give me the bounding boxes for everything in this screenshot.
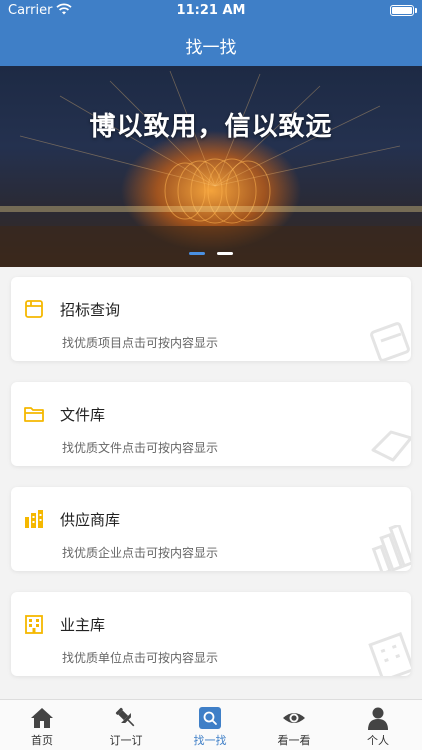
- person-icon: [368, 707, 388, 730]
- card-title: 文件库: [60, 406, 106, 424]
- pin-icon: [115, 707, 135, 727]
- card-subtitle: 找优质企业点击可按内容显示: [62, 546, 219, 560]
- home-icon: [31, 708, 53, 728]
- carousel-dot-2[interactable]: [216, 252, 233, 255]
- card-owner-library[interactable]: 业主库 找优质单位点击可按内容显示: [11, 592, 411, 676]
- card-file-library[interactable]: 文件库 找优质文件点击可按内容显示: [11, 382, 411, 466]
- tender-watermark-icon: [370, 322, 410, 361]
- search-icon: [199, 707, 221, 729]
- buildings-icon: [25, 510, 43, 528]
- tab-home[interactable]: 首页: [0, 700, 84, 750]
- tender-icon: [25, 300, 43, 318]
- card-supplier-library[interactable]: 供应商库 找优质企业点击可按内容显示: [11, 487, 411, 571]
- office-building-icon: [25, 615, 43, 634]
- tab-label: 首页: [31, 734, 53, 747]
- tab-label: 看一看: [277, 734, 311, 747]
- eye-icon: [283, 713, 305, 723]
- buildings-watermark-icon: [371, 525, 411, 571]
- card-title: 招标查询: [60, 301, 121, 319]
- tab-subscribe[interactable]: 订一订: [84, 700, 168, 750]
- card-subtitle: 找优质单位点击可按内容显示: [62, 651, 219, 665]
- battery-tip: [415, 8, 417, 13]
- card-title: 业主库: [60, 616, 106, 634]
- folder-icon: [24, 407, 44, 422]
- carousel-indicator[interactable]: [0, 240, 422, 259]
- folder-watermark-icon: [371, 430, 411, 462]
- clock: 11:21 AM: [176, 3, 246, 18]
- banner-slogan: 博以致用，信以致远: [89, 112, 333, 142]
- card-subtitle: 找优质文件点击可按内容显示: [62, 441, 219, 455]
- status-bar: Carrier 11:21 AM: [0, 0, 422, 22]
- tab-browse[interactable]: 看一看: [252, 700, 336, 750]
- tab-label: 找一找: [193, 734, 227, 747]
- tab-personal[interactable]: 个人: [336, 700, 420, 750]
- page-title: 找一找: [185, 38, 237, 58]
- banner-carousel[interactable]: 博以致用，信以致远: [0, 66, 422, 267]
- office-watermark-icon: [368, 631, 411, 676]
- tab-label: 订一订: [109, 734, 143, 747]
- tab-label: 个人: [367, 734, 389, 747]
- card-tender-search[interactable]: 招标查询 找优质项目点击可按内容显示: [11, 277, 411, 361]
- navigation-header: Carrier 11:21 AM 找一找: [0, 0, 422, 66]
- card-title: 供应商库: [60, 511, 121, 529]
- battery-icon: [390, 5, 414, 16]
- card-subtitle: 找优质项目点击可按内容显示: [62, 336, 219, 350]
- tab-bar: 首页 订一订 找一找 看一看 个人: [0, 699, 422, 750]
- banner-image: [0, 70, 422, 267]
- carousel-dot-1[interactable]: [189, 252, 206, 255]
- tab-find[interactable]: 找一找: [168, 700, 252, 750]
